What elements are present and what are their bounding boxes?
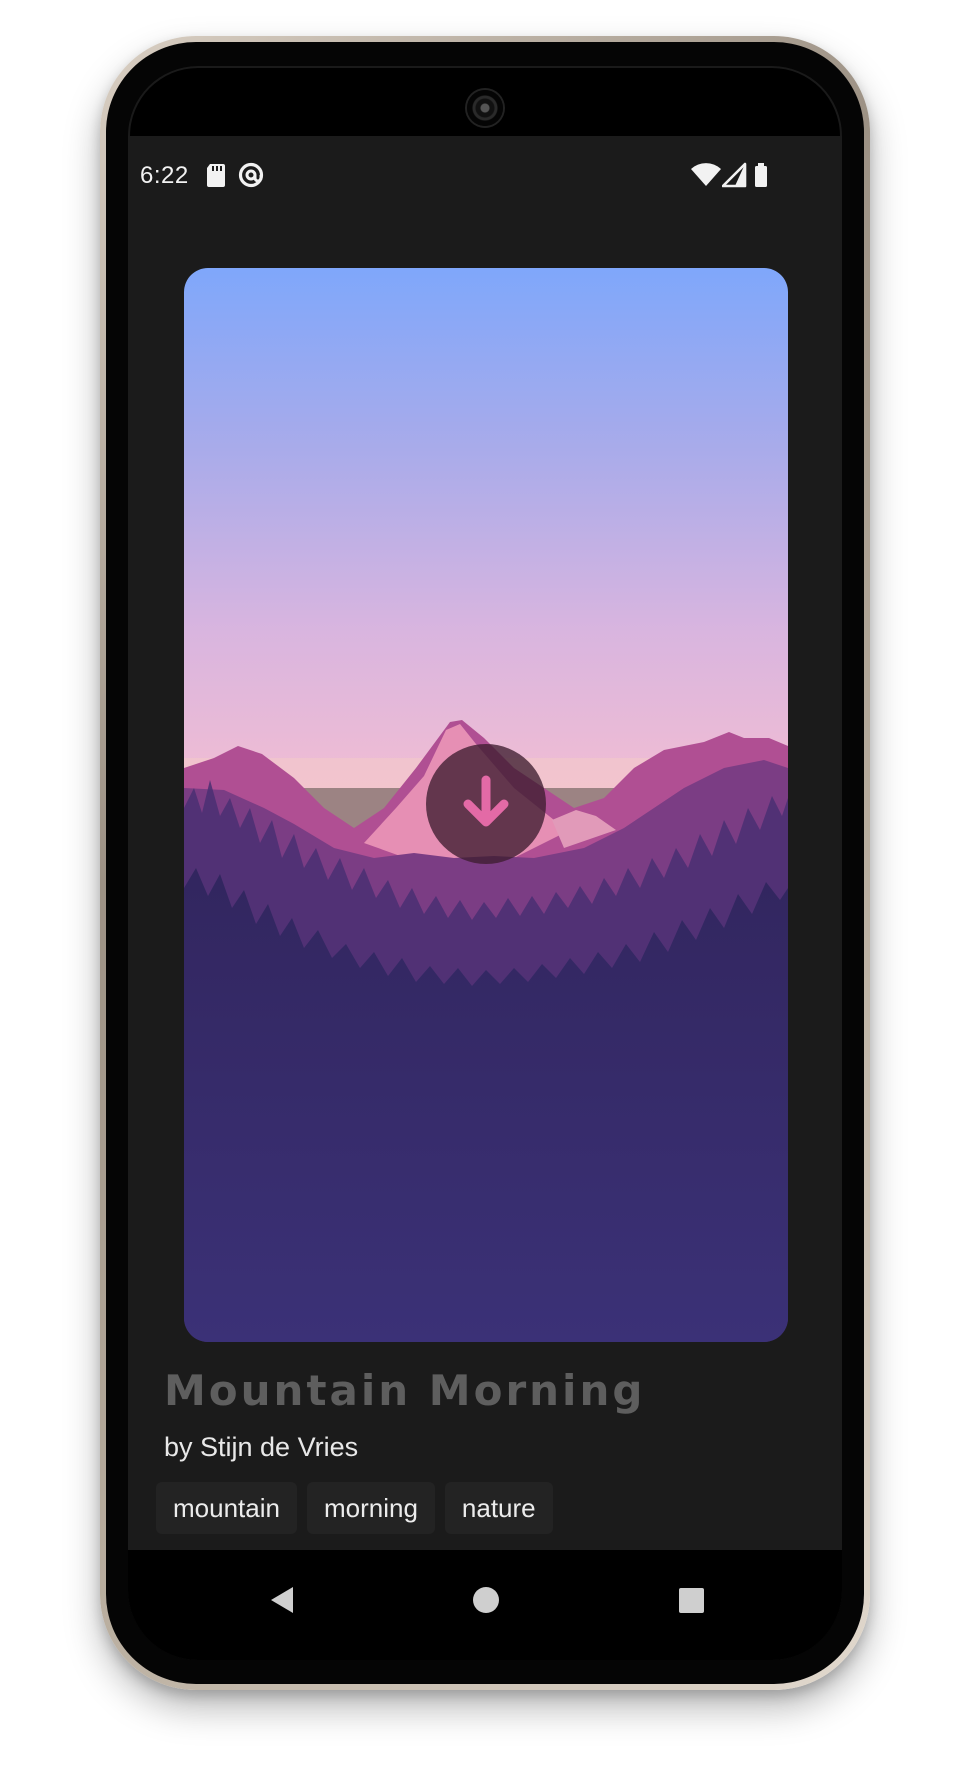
tag-chip-morning[interactable]: morning — [306, 1482, 435, 1534]
front-camera — [467, 90, 503, 126]
cellular-signal-icon — [721, 160, 748, 190]
status-time: 6:22 — [140, 162, 189, 189]
wallpaper-preview[interactable] — [184, 268, 788, 1342]
system-navigation-bar — [128, 1550, 842, 1660]
wallpaper-title: Mountain Morning — [164, 1366, 646, 1415]
status-bar: 6:22 — [128, 136, 842, 222]
wifi-icon — [690, 160, 722, 190]
home-circle-icon[interactable] — [466, 1580, 506, 1620]
tag-list: mountain morning nature — [156, 1482, 553, 1534]
phone-bezel: 6:22 Mountain Morning by Stijn de Vries … — [128, 66, 842, 1660]
app-screen: 6:22 Mountain Morning by Stijn de Vries … — [128, 136, 842, 1550]
download-arrow-icon — [463, 775, 509, 827]
device-mockup: 6:22 Mountain Morning by Stijn de Vries … — [0, 0, 968, 1778]
phone-frame: 6:22 Mountain Morning by Stijn de Vries … — [100, 36, 870, 1690]
tag-chip-mountain[interactable]: mountain — [156, 1482, 297, 1534]
back-triangle-icon[interactable] — [262, 1580, 302, 1620]
sd-card-icon — [202, 160, 230, 190]
at-sign-notification-icon — [236, 160, 264, 190]
download-button[interactable] — [426, 744, 546, 864]
battery-icon — [752, 160, 770, 190]
phone-body: 6:22 Mountain Morning by Stijn de Vries … — [106, 42, 864, 1684]
author-line: by Stijn de Vries — [164, 1432, 359, 1462]
tag-chip-nature[interactable]: nature — [444, 1482, 553, 1534]
recents-square-icon[interactable] — [671, 1580, 711, 1620]
